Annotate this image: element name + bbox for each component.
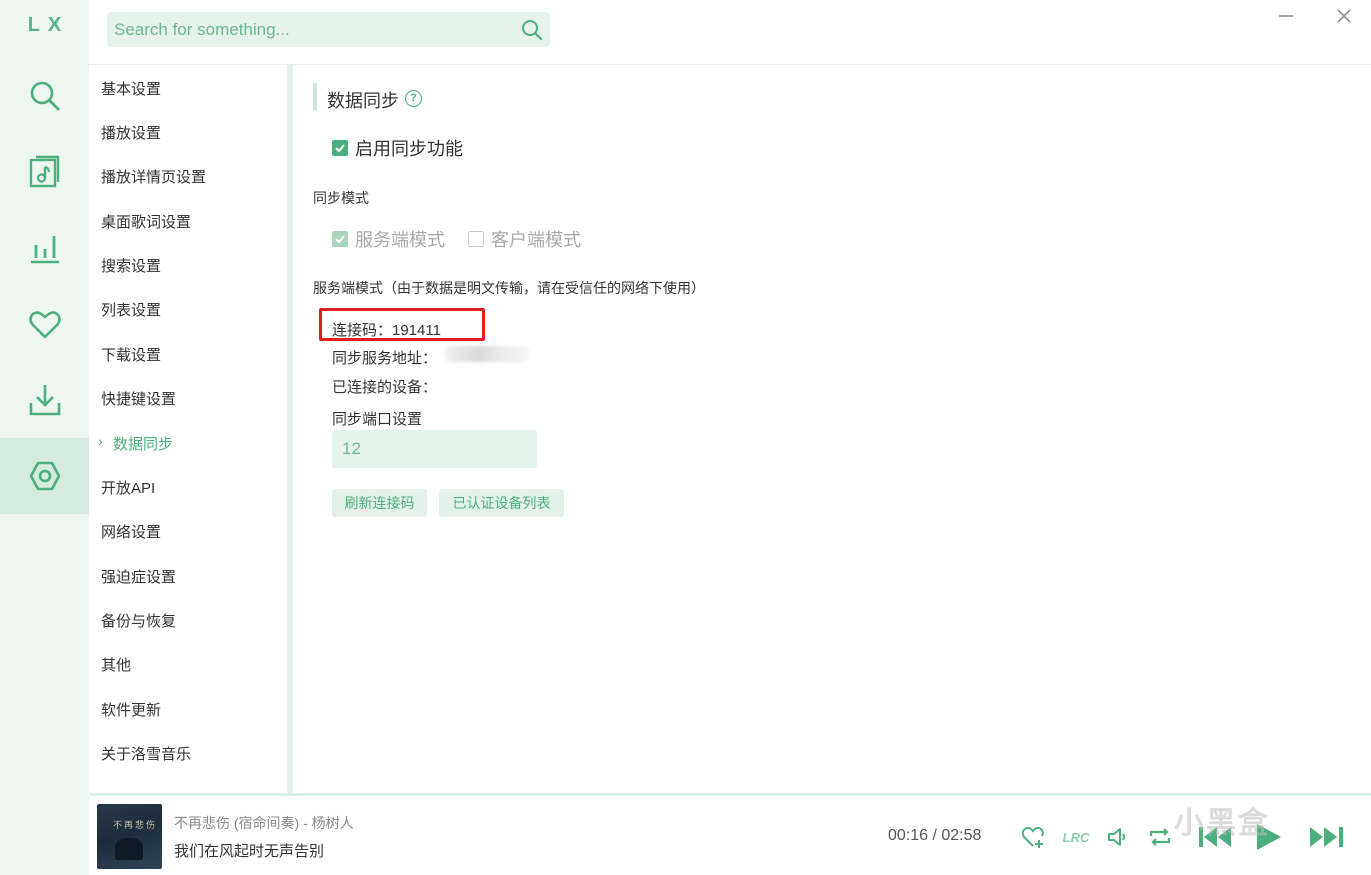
server-mode-note: 服务端模式（由于数据是明文传输，请在受信任的网络下使用） <box>313 280 705 296</box>
player-bar: 不再悲伤 不再悲伤 (宿命间奏) - 杨树人 我们在风起时无声告别 00:16 … <box>89 793 1371 875</box>
close-button[interactable] <box>1332 4 1356 28</box>
nav-item-sync-label: 数据同步 <box>113 436 174 453</box>
nav-item-sync[interactable]: › 数据同步 <box>98 433 174 454</box>
rail-leaderboard[interactable] <box>0 210 89 286</box>
heart-icon <box>28 311 61 339</box>
nav-item-search[interactable]: 搜索设置 <box>101 255 161 276</box>
play-time: 00:16 / 02:58 <box>888 827 982 844</box>
chart-icon <box>30 236 59 264</box>
nav-item-other[interactable]: 其他 <box>101 654 131 675</box>
cover-figure <box>115 838 143 860</box>
nav-item-playback[interactable]: 播放设置 <box>101 122 161 143</box>
nav-scrollbar[interactable] <box>287 65 293 793</box>
sync-mode-label: 同步模式 <box>313 190 369 206</box>
search-bar <box>107 12 550 47</box>
client-mode-label: 客户端模式 <box>491 230 581 250</box>
enable-sync-checkbox[interactable]: 启用同步功能 <box>332 135 463 161</box>
sidebar-rail: LX <box>0 0 89 875</box>
heart-plus-icon <box>1021 826 1044 848</box>
redacted-address <box>445 346 529 362</box>
rail-song-list[interactable] <box>0 134 89 210</box>
next-icon <box>1310 827 1343 847</box>
download-icon <box>29 385 60 416</box>
server-mode-checkbox[interactable]: 服务端模式 <box>332 226 445 252</box>
refresh-code-button[interactable]: 刷新连接码 <box>332 489 427 517</box>
server-address-label: 同步服务地址： <box>332 350 438 367</box>
nav-item-ocd[interactable]: 强迫症设置 <box>101 566 176 587</box>
nav-item-desktop-lyric[interactable]: 桌面歌词设置 <box>101 211 191 232</box>
connect-code: 连接码：191411 <box>332 322 441 339</box>
song-title[interactable]: 不再悲伤 (宿命间奏) - 杨树人 <box>174 813 354 833</box>
minimize-icon <box>1279 15 1293 17</box>
cover-text: 不再悲伤 <box>113 820 158 830</box>
rail-search[interactable] <box>0 58 89 134</box>
server-mode-label: 服务端模式 <box>355 230 445 250</box>
rail-download[interactable] <box>0 362 89 438</box>
nav-item-play-detail[interactable]: 播放详情页设置 <box>101 166 206 187</box>
add-favorite-button[interactable] <box>1019 822 1049 852</box>
chevron-right-icon: › <box>98 433 103 449</box>
nav-item-download[interactable]: 下载设置 <box>101 344 161 365</box>
nav-item-about[interactable]: 关于洛雪音乐 <box>101 743 191 764</box>
checkbox-empty-icon <box>468 231 484 247</box>
music-list-icon <box>29 155 59 188</box>
client-mode-checkbox[interactable]: 客户端模式 <box>468 226 581 252</box>
minimize-button[interactable] <box>1274 4 1298 28</box>
volume-icon <box>1108 828 1125 846</box>
nav-item-basic[interactable]: 基本设置 <box>101 78 161 99</box>
connected-devices-label: 已连接的设备： <box>332 379 438 396</box>
enable-sync-label: 启用同步功能 <box>355 139 463 159</box>
port-label: 同步端口设置 <box>332 411 423 428</box>
repeat-button[interactable] <box>1145 822 1175 852</box>
nav-item-list[interactable]: 列表设置 <box>101 299 161 320</box>
section-marker <box>313 83 317 111</box>
checkbox-checked-icon <box>332 140 348 156</box>
nav-item-hotkey[interactable]: 快捷键设置 <box>101 388 176 409</box>
lyric-toggle-button[interactable]: LRC <box>1059 822 1093 852</box>
current-lyric: 我们在风起时无声告别 <box>174 843 325 860</box>
nav-item-update[interactable]: 软件更新 <box>101 699 161 720</box>
close-icon <box>1337 9 1351 23</box>
next-button[interactable] <box>1305 822 1349 852</box>
nav-item-backup[interactable]: 备份与恢复 <box>101 610 176 631</box>
app-logo: LX <box>27 14 70 36</box>
rail-settings[interactable] <box>0 438 89 514</box>
search-input[interactable] <box>107 12 514 47</box>
port-input[interactable] <box>332 430 537 468</box>
authorized-devices-button[interactable]: 已认证设备列表 <box>439 489 564 517</box>
settings-icon <box>29 461 60 491</box>
nav-item-network[interactable]: 网络设置 <box>101 521 161 542</box>
previous-icon <box>1199 827 1231 847</box>
previous-button[interactable] <box>1195 822 1235 852</box>
nav-item-open-api[interactable]: 开放API <box>101 477 155 498</box>
play-button[interactable] <box>1249 822 1289 852</box>
play-icon <box>1257 824 1281 850</box>
checkbox-checked-icon <box>332 231 348 247</box>
help-icon[interactable]: ? <box>405 90 422 107</box>
repeat-icon <box>1149 828 1171 846</box>
settings-content: 数据同步 ? 启用同步功能 同步模式 服务端模式 客户端模式 服务端模式（由于数… <box>294 65 1371 793</box>
volume-button[interactable] <box>1103 822 1133 852</box>
album-cover[interactable]: 不再悲伤 <box>97 804 162 869</box>
search-icon[interactable] <box>514 12 550 47</box>
search-icon <box>30 81 59 111</box>
section-title: 数据同步 <box>327 91 399 111</box>
rail-favorites[interactable] <box>0 286 89 362</box>
settings-nav: 基本设置 播放设置 播放详情页设置 桌面歌词设置 搜索设置 列表设置 下载设置 … <box>89 65 287 793</box>
